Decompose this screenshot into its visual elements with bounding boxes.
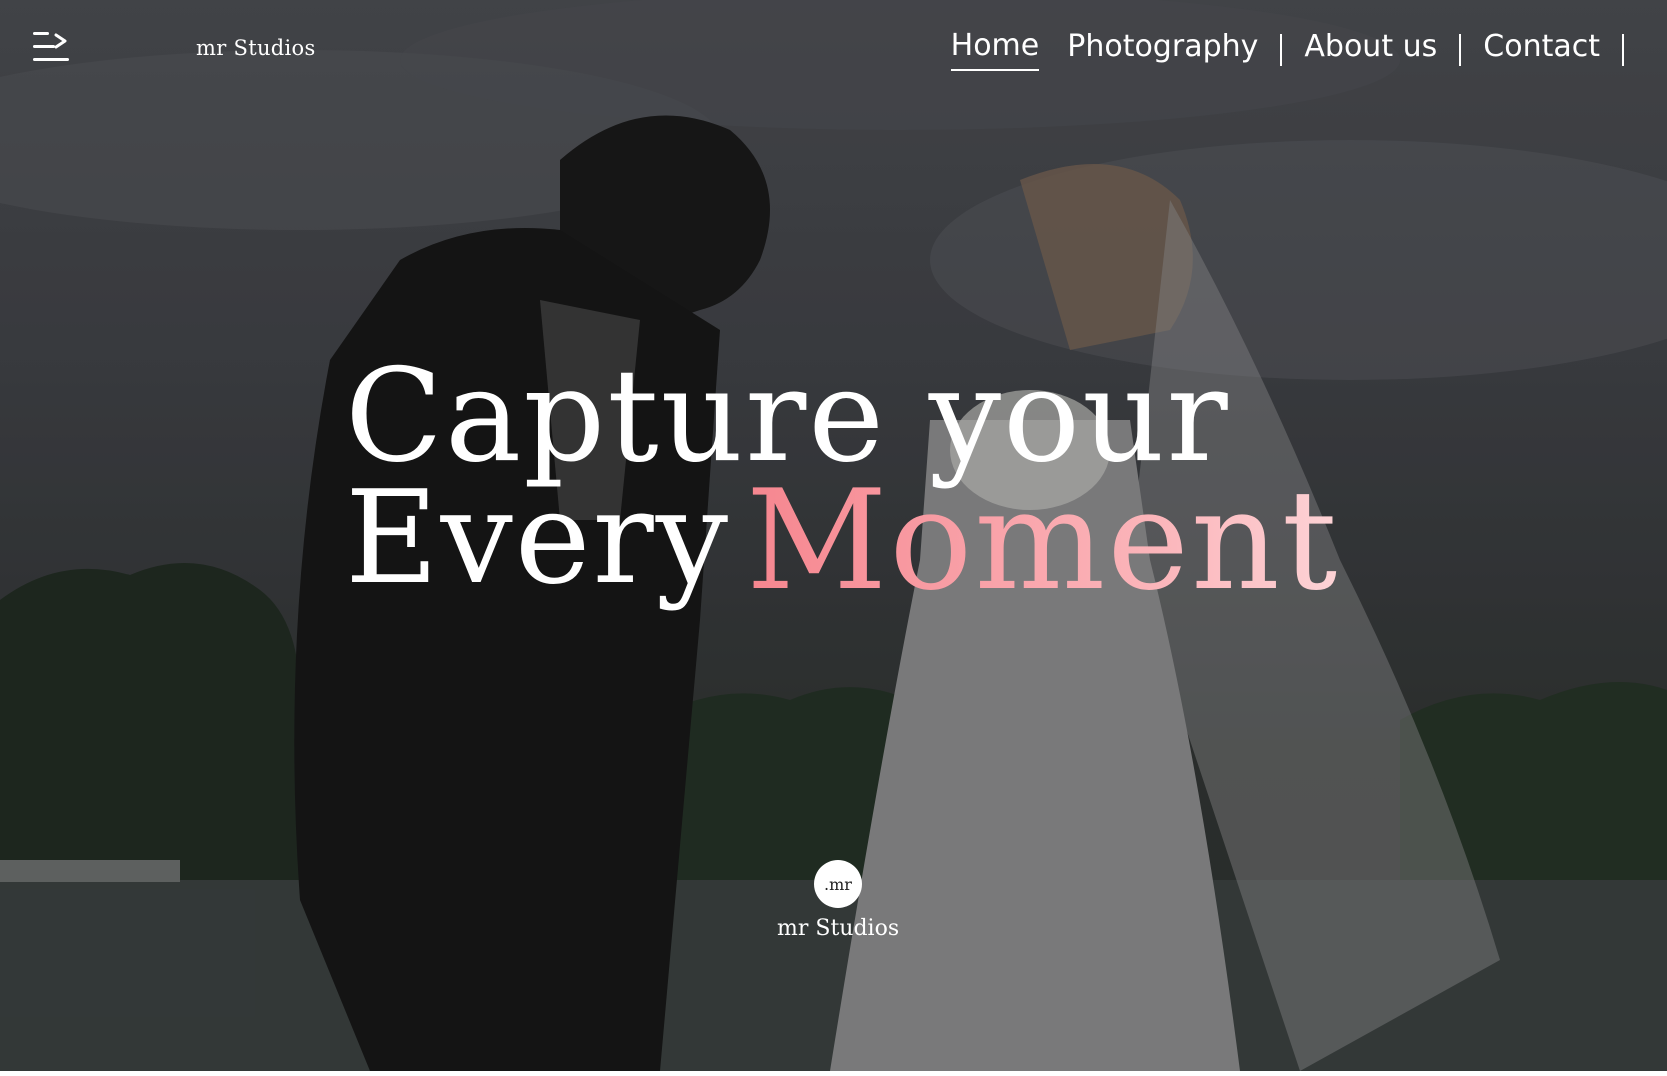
footer-logo-text: mr Studios (777, 916, 900, 941)
nav-divider (1459, 33, 1462, 66)
nav-divider (1622, 33, 1624, 66)
nav-photography-link[interactable]: Photography (1053, 29, 1272, 70)
headline-accent-text: Moment (746, 460, 1340, 621)
headline-every-text: Every (345, 464, 730, 613)
menu-arrow-icon[interactable] (32, 30, 72, 64)
nav-divider (1280, 33, 1283, 66)
logo-badge: .mr (814, 860, 862, 908)
hero-section: mr Studios Home Photography About us Con… (0, 0, 1667, 1071)
footer-logo[interactable]: .mr mr Studios (777, 860, 899, 941)
nav-contact-link[interactable]: Contact (1469, 29, 1614, 70)
headline-line-1: Capture your (345, 342, 1230, 491)
nav-home-link[interactable]: Home (950, 28, 1040, 71)
hero-headline: Capture your Every Moment (345, 342, 1339, 610)
headline-line-2: Every Moment (345, 472, 1339, 610)
brand-logo-text[interactable]: mr Studios (196, 36, 316, 60)
nav-about-link[interactable]: About us (1290, 29, 1451, 70)
main-nav: Home Photography About us Contact (937, 28, 1632, 71)
